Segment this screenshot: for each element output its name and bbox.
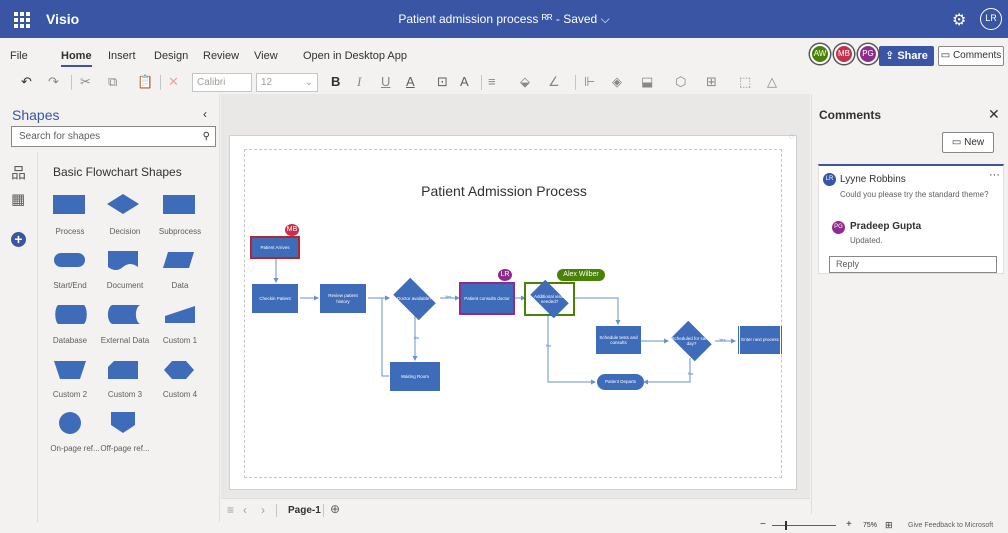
node-enter-next-process[interactable]: Enter next process <box>737 326 783 354</box>
feedback-link[interactable]: Give Feedback to Microsoft <box>908 522 993 529</box>
reply-text: Updated. <box>850 236 883 245</box>
connector <box>547 316 596 385</box>
next-page-icon[interactable]: › <box>261 503 265 517</box>
reply-author: Pradeep Gupta <box>850 221 922 232</box>
divider <box>276 504 277 517</box>
node-additional-visits[interactable]: Additional visits needed? <box>524 279 575 319</box>
node-patient-consults-doctor[interactable]: Patient consults doctor <box>459 282 515 315</box>
status-bar: − + 75% ⊞ Give Feedback to Microsoft <box>0 519 1008 533</box>
node-scheduled-same-day[interactable]: Scheduled for same day? <box>668 320 715 362</box>
edge-label: No <box>546 343 552 348</box>
zoom-level[interactable]: 75% <box>863 522 877 529</box>
comments-panel-title: Comments <box>819 108 882 122</box>
connector <box>643 358 691 385</box>
avatar: PG <box>832 221 845 234</box>
fit-to-window-icon[interactable]: ⊞ <box>885 520 893 531</box>
node-waiting-room[interactable]: Waiting Room <box>390 362 440 391</box>
node-patient-departs[interactable]: Patient Departs <box>597 374 644 390</box>
page-tabs-bar: ≡ ‹ › Page-1 ⊕ <box>221 498 810 522</box>
node-review-history[interactable]: Review patient history <box>320 284 366 313</box>
zoom-in-icon[interactable]: + <box>846 519 852 530</box>
presence-flag-alex-wilber: Alex Wilber <box>557 269 605 281</box>
more-options-icon[interactable]: ··· <box>989 169 1000 181</box>
add-page-icon[interactable]: ⊕ <box>330 502 340 516</box>
node-doctor-available[interactable]: Doctor available? <box>389 277 440 321</box>
connector <box>573 297 621 325</box>
presence-flag-mb: MB <box>285 224 299 236</box>
new-comment-icon: ▭ <box>951 137 965 148</box>
divider <box>323 504 324 517</box>
presence-flag-lr: LR <box>498 269 512 281</box>
page-tab[interactable]: Page-1 <box>288 505 321 516</box>
zoom-slider-thumb[interactable] <box>785 521 787 530</box>
zoom-out-icon[interactable]: − <box>760 519 766 530</box>
connector <box>381 295 390 377</box>
reply-input[interactable]: Reply <box>829 256 997 273</box>
close-icon[interactable]: ✕ <box>988 106 1000 123</box>
comment-text: Could you please try the standard theme? <box>840 190 989 199</box>
new-comment-button[interactable]: ▭ New <box>942 132 994 153</box>
all-pages-icon[interactable]: ≡ <box>227 503 234 517</box>
edge-label: No <box>688 371 694 376</box>
node-schedule-tests[interactable]: Schedule tests and consults <box>596 326 641 354</box>
node-checkin-patient[interactable]: Checkin Patient <box>252 284 298 313</box>
comments-panel: Comments ✕ ▭ New LR Lyyne Robbins ··· Co… <box>811 94 1008 514</box>
node-patient-arrives[interactable]: Patient Arrives <box>250 236 300 259</box>
comment-author: Lyyne Robbins <box>840 174 906 185</box>
comment-thread[interactable]: LR Lyyne Robbins ··· Could you please tr… <box>818 164 1004 274</box>
edge-label: Yes <box>719 337 726 342</box>
edge-label: Yes <box>445 294 452 299</box>
avatar: LR <box>823 173 836 186</box>
previous-page-icon[interactable]: ‹ <box>243 503 247 517</box>
edge-label: No <box>414 335 420 340</box>
zoom-slider[interactable] <box>772 525 836 526</box>
